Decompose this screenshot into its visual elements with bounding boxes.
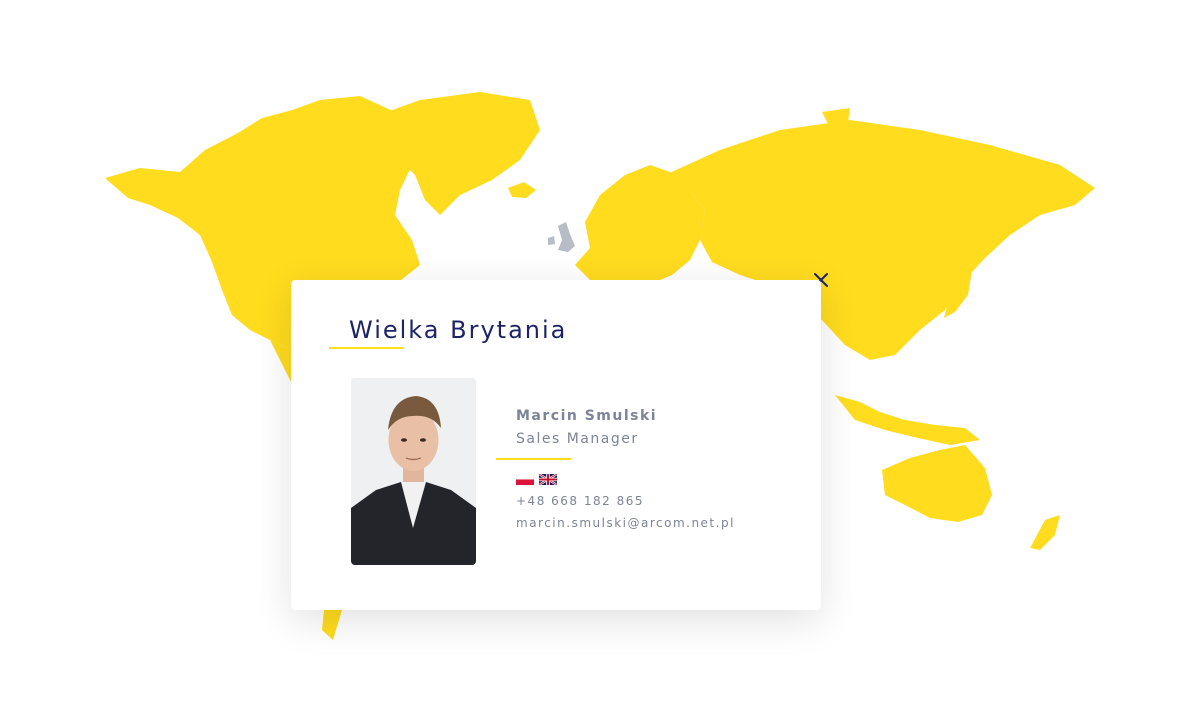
- poland-flag-icon: [516, 474, 534, 485]
- language-flags: [516, 474, 557, 485]
- contact-photo: [351, 378, 476, 565]
- region-australia[interactable]: [882, 445, 992, 522]
- contact-role: Sales Manager: [516, 431, 639, 447]
- region-united-kingdom[interactable]: [548, 222, 575, 252]
- title-underline: [329, 347, 404, 349]
- popup-title: Wielka Brytania: [349, 316, 568, 344]
- contact-phone[interactable]: +48 668 182 865: [516, 494, 644, 508]
- region-iceland[interactable]: [508, 182, 536, 198]
- region-new-zealand[interactable]: [1030, 515, 1060, 550]
- country-popup: Wielka Brytania Marcin Smulski Sales Man…: [291, 280, 821, 610]
- contact-email[interactable]: marcin.smulski@arcom.net.pl: [516, 516, 735, 530]
- uk-flag-icon: [539, 474, 557, 485]
- contact-name: Marcin Smulski: [516, 408, 658, 424]
- region-southeast-asia[interactable]: [835, 395, 980, 445]
- role-underline: [496, 458, 571, 460]
